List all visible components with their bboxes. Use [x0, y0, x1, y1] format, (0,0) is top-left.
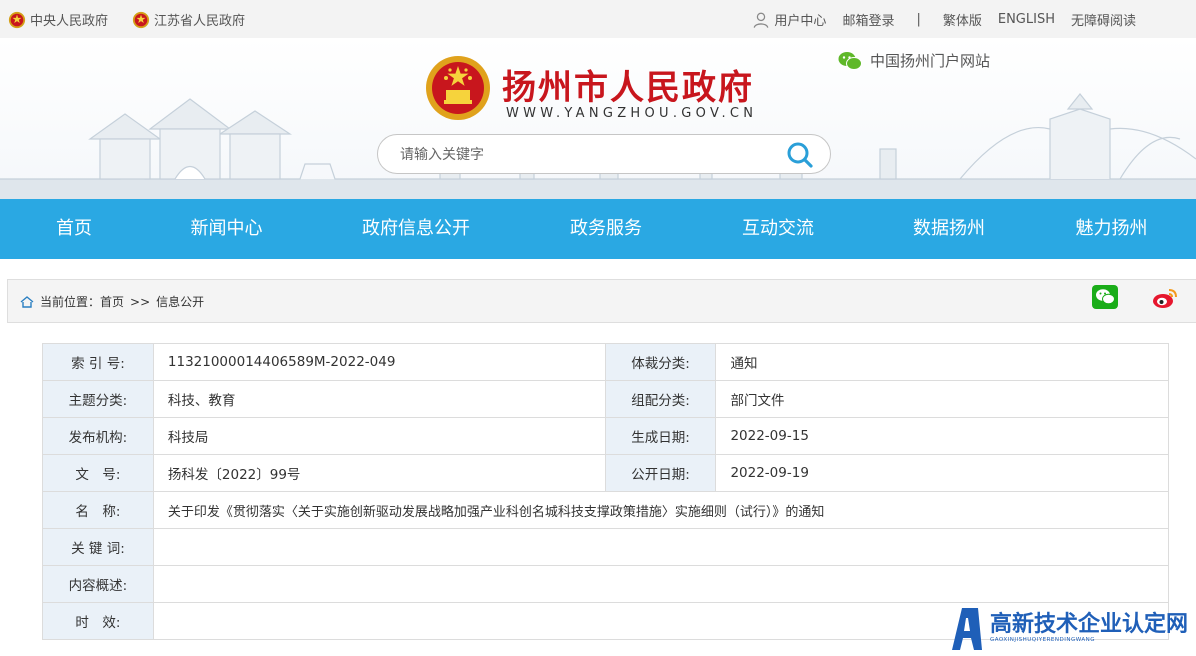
province-gov-label: 江苏省人民政府: [154, 14, 246, 29]
table-row: 内容概述:: [42, 565, 1170, 603]
summary-value: [152, 565, 1170, 603]
pubdate-label: 公开日期:: [604, 454, 717, 492]
table-row: 名 称: 关于印发《贯彻落实〈关于实施创新驱动发展战略加强产业科创名城科技支撑政…: [42, 491, 1170, 529]
wechat-portal-link[interactable]: 中国扬州门户网站: [838, 50, 990, 71]
main-nav: 首页 新闻中心 政府信息公开 政务服务 互动交流 数据扬州 魅力扬州: [0, 199, 1196, 259]
keyword-label: 关 键 词:: [42, 528, 154, 566]
nav-item-interaction[interactable]: 互动交流: [685, 199, 871, 259]
national-emblem-logo: [426, 56, 490, 120]
nav-item-home[interactable]: 首页: [0, 199, 148, 259]
nav-item-charm[interactable]: 魅力扬州: [1027, 199, 1196, 259]
breadcrumb-separator: >>: [130, 294, 151, 309]
top-bar: 中央人民政府 江苏省人民政府 用户中心 邮箱登录 | 繁体版 ENGLISH 无…: [0, 0, 1196, 38]
pubdate-value: 2022-09-19: [715, 454, 1169, 492]
nav-item-gov-services[interactable]: 政务服务: [527, 199, 685, 259]
search-box: [377, 134, 831, 174]
date-label: 生成日期:: [604, 417, 717, 455]
group-value: 部门文件: [715, 380, 1169, 418]
table-row: 关 键 词:: [42, 528, 1170, 566]
share-weibo-icon[interactable]: [1151, 286, 1179, 310]
traditional-chinese-link[interactable]: 繁体版: [943, 10, 982, 29]
wechat-icon: [838, 51, 862, 70]
central-gov-link[interactable]: 中央人民政府: [8, 10, 108, 29]
english-link[interactable]: ENGLISH: [998, 12, 1055, 27]
org-value: 科技局: [152, 417, 606, 455]
mail-login-link[interactable]: 邮箱登录: [842, 10, 894, 29]
search-input[interactable]: [398, 144, 762, 166]
watermark-text: 高新技术企业认定网: [990, 612, 1189, 637]
index-label: 索 引 号:: [42, 343, 154, 381]
watermark: 高新技术企业认定网 GAOXINJISHUQIYERENDINGWANG: [948, 604, 1188, 652]
user-center-label: 用户中心: [774, 14, 827, 29]
search-icon[interactable]: [786, 141, 814, 169]
site-title: 扬州市人民政府: [502, 68, 754, 108]
keyword-value: [152, 528, 1170, 566]
watermark-logo-icon: [952, 608, 982, 650]
site-header: 扬州市人民政府 WWW.YANGZHOU.GOV.CN 中国扬州门户网站: [0, 38, 1196, 199]
national-emblem-icon: [8, 11, 26, 28]
topic-value: 科技、教育: [152, 380, 606, 418]
table-row: 文 号: 扬科发〔2022〕99号 公开日期: 2022-09-19: [42, 454, 1169, 492]
table-row: 索 引 号: 11321000014406589M-2022-049 体裁分类:…: [42, 343, 1169, 381]
docno-value: 扬科发〔2022〕99号: [152, 454, 606, 492]
portal-label: 中国扬州门户网站: [870, 52, 991, 70]
watermark-subtext: GAOXINJISHUQIYERENDINGWANG: [990, 637, 1096, 643]
summary-label: 内容概述:: [42, 565, 154, 603]
nav-item-news[interactable]: 新闻中心: [148, 199, 305, 259]
home-icon: [20, 295, 34, 308]
breadcrumb-bar: 当前位置： 首页 >> 信息公开: [7, 279, 1196, 323]
table-row: 主题分类: 科技、教育 组配分类: 部门文件: [42, 380, 1169, 418]
genre-label: 体裁分类:: [604, 343, 717, 381]
site-url: WWW.YANGZHOU.GOV.CN: [506, 106, 758, 121]
user-center-link[interactable]: 用户中心: [752, 10, 826, 29]
share-wechat-icon[interactable]: [1092, 285, 1118, 309]
breadcrumb: 当前位置： 首页 >> 信息公开: [20, 293, 204, 310]
central-gov-label: 中央人民政府: [30, 14, 109, 29]
document-info-table: 索 引 号: 11321000014406589M-2022-049 体裁分类:…: [42, 343, 1170, 640]
breadcrumb-prefix: 当前位置：: [40, 295, 101, 309]
name-value: 关于印发《贯彻落实〈关于实施创新驱动发展战略加强产业科创名城科技支撑政策措施〉实…: [152, 491, 1170, 529]
national-emblem-icon: [132, 11, 150, 28]
validity-label: 时 效:: [42, 602, 154, 640]
table-row: 发布机构: 科技局 生成日期: 2022-09-15: [42, 417, 1169, 455]
breadcrumb-current[interactable]: 信息公开: [156, 293, 204, 310]
user-icon: [754, 12, 769, 28]
name-label: 名 称:: [42, 491, 154, 529]
nav-item-gov-info[interactable]: 政府信息公开: [305, 199, 527, 259]
date-value: 2022-09-15: [715, 417, 1169, 455]
province-gov-link[interactable]: 江苏省人民政府: [132, 10, 245, 29]
accessible-reading-link[interactable]: 无障碍阅读: [1071, 10, 1136, 29]
breadcrumb-home-link[interactable]: 首页: [100, 293, 124, 310]
topbar-separator: |: [916, 12, 921, 27]
topic-label: 主题分类:: [42, 380, 154, 418]
docno-label: 文 号:: [42, 454, 154, 492]
index-value: 11321000014406589M-2022-049: [152, 343, 606, 381]
nav-item-data[interactable]: 数据扬州: [871, 199, 1027, 259]
group-label: 组配分类:: [604, 380, 717, 418]
org-label: 发布机构:: [42, 417, 154, 455]
genre-value: 通知: [715, 343, 1169, 381]
